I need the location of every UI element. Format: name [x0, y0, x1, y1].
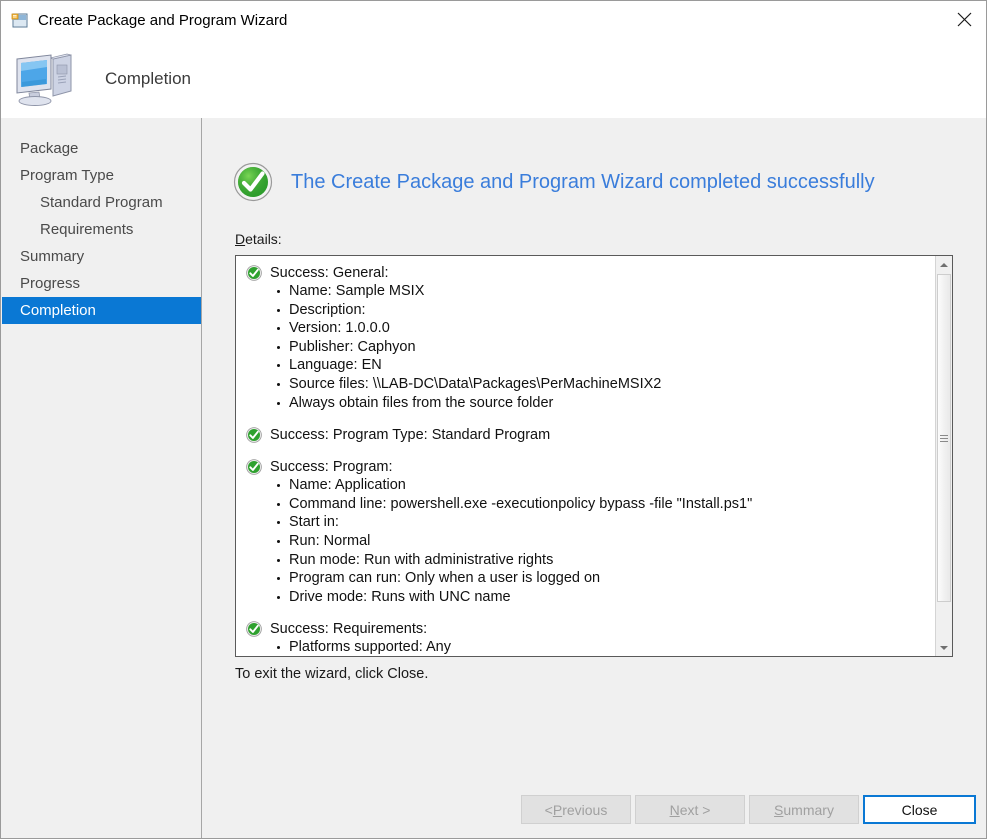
package-wizard-icon — [11, 11, 29, 29]
success-check-icon — [246, 621, 262, 637]
detail-group-title: Success: General: — [270, 264, 388, 282]
details-label: Details: — [235, 231, 282, 247]
completion-headline: The Create Package and Program Wizard co… — [233, 162, 875, 202]
sidebar-item-label: Requirements — [40, 221, 133, 238]
list-item: Always obtain files from the source fold… — [289, 394, 935, 413]
sidebar-item-label: Progress — [20, 275, 80, 292]
detail-group: Success: Program: Name: Application Comm… — [246, 458, 935, 606]
scrollbar-grip-icon — [940, 433, 948, 444]
summary-button-accel: S — [774, 802, 783, 818]
previous-button[interactable]: < Previous — [521, 795, 631, 824]
sidebar-item-progress[interactable]: Progress — [2, 270, 201, 297]
banner-title: Completion — [105, 69, 191, 89]
list-item: Command line: powershell.exe -executionp… — [289, 495, 935, 514]
previous-button-accel: P — [553, 802, 562, 818]
wizard-window: Create Package and Program Wizard — [0, 0, 987, 839]
list-item: Program can run: Only when a user is log… — [289, 569, 935, 588]
details-label-rest: etails: — [245, 231, 282, 247]
scroll-up-arrow-icon[interactable] — [936, 256, 952, 273]
list-item: Drive mode: Runs with UNC name — [289, 588, 935, 607]
previous-button-post: revious — [562, 802, 607, 818]
headline-text: The Create Package and Program Wizard co… — [291, 171, 875, 194]
sidebar-item-label: Program Type — [20, 167, 114, 184]
list-item: Language: EN — [289, 356, 935, 375]
success-check-icon — [233, 162, 273, 202]
success-check-icon — [246, 427, 262, 443]
list-item: Publisher: Caphyon — [289, 338, 935, 357]
detail-group: Success: Program Type: Standard Program — [246, 426, 935, 444]
success-check-icon — [246, 265, 262, 281]
sidebar-item-standard-program[interactable]: Standard Program — [2, 189, 201, 216]
list-item: Name: Sample MSIX — [289, 282, 935, 301]
detail-bullet-list: Name: Application Command line: powershe… — [246, 476, 935, 606]
list-item: Source files: \\LAB-DC\Data\Packages\Per… — [289, 375, 935, 394]
list-item: Platforms supported: Any — [289, 638, 935, 656]
detail-group-heading: Success: Requirements: — [246, 620, 935, 638]
detail-group-heading: Success: General: — [246, 264, 935, 282]
sidebar-item-label: Package — [20, 140, 78, 157]
computer-icon — [13, 51, 79, 107]
detail-group-title: Success: Requirements: — [270, 620, 427, 638]
sidebar-item-package[interactable]: Package — [2, 135, 201, 162]
details-scrollbar[interactable] — [935, 256, 952, 656]
next-button-accel: N — [670, 802, 680, 818]
detail-group-heading: Success: Program: — [246, 458, 935, 476]
sidebar-item-label: Standard Program — [40, 194, 163, 211]
details-label-accel: D — [235, 231, 245, 247]
sidebar-item-label: Summary — [20, 248, 84, 265]
close-icon[interactable] — [941, 1, 987, 38]
window-title: Create Package and Program Wizard — [38, 12, 287, 29]
exit-instruction: To exit the wizard, click Close. — [235, 666, 428, 682]
sidebar-item-label: Completion — [20, 302, 96, 319]
next-button[interactable]: Next > — [635, 795, 745, 824]
list-item: Start in: — [289, 513, 935, 532]
scroll-down-arrow-icon[interactable] — [936, 639, 952, 656]
detail-group: Success: Requirements: Platforms support… — [246, 620, 935, 656]
sidebar-item-summary[interactable]: Summary — [2, 243, 201, 270]
content-panel: The Create Package and Program Wizard co… — [203, 118, 987, 838]
list-item: Name: Application — [289, 476, 935, 495]
title-bar: Create Package and Program Wizard — [1, 1, 987, 39]
success-check-icon — [246, 459, 262, 475]
detail-group-heading: Success: Program Type: Standard Program — [246, 426, 935, 444]
details-listbox[interactable]: Success: General: Name: Sample MSIX Desc… — [235, 255, 953, 657]
wizard-step-nav: Package Program Type Standard Program Re… — [2, 118, 202, 838]
wizard-banner: Completion — [1, 39, 986, 118]
close-button[interactable]: Close — [863, 795, 976, 824]
previous-button-pre: < — [545, 802, 553, 818]
list-item: Run: Normal — [289, 532, 935, 551]
summary-button[interactable]: Summary — [749, 795, 859, 824]
detail-group: Success: General: Name: Sample MSIX Desc… — [246, 264, 935, 412]
sidebar-item-completion[interactable]: Completion — [2, 297, 201, 324]
list-item: Run mode: Run with administrative rights — [289, 551, 935, 570]
next-button-post: ext > — [680, 802, 711, 818]
detail-bullet-list: Name: Sample MSIX Description: Version: … — [246, 282, 935, 412]
details-list-content: Success: General: Name: Sample MSIX Desc… — [236, 256, 935, 656]
detail-group-title: Success: Program Type: Standard Program — [270, 426, 550, 444]
summary-button-post: ummary — [783, 802, 834, 818]
detail-group-title: Success: Program: — [270, 458, 393, 476]
sidebar-item-requirements[interactable]: Requirements — [2, 216, 201, 243]
sidebar-item-program-type[interactable]: Program Type — [2, 162, 201, 189]
detail-bullet-list: Platforms supported: Any Estimated disk … — [246, 638, 935, 656]
button-bar: < Previous Next > Summary Close — [203, 773, 987, 838]
scrollbar-thumb[interactable] — [937, 274, 951, 602]
list-item: Description: — [289, 301, 935, 320]
list-item: Version: 1.0.0.0 — [289, 319, 935, 338]
